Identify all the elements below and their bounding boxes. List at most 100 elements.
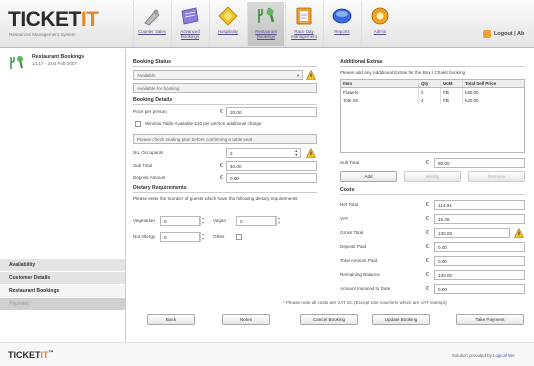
warning-icon <box>514 228 524 238</box>
currency-symbol: € <box>426 216 429 222</box>
amount-invoiced-label: Amount Invoiced to Date <box>340 286 391 291</box>
sidebar-item-customer-details[interactable]: Customer Details <box>0 272 125 285</box>
divider <box>340 66 525 67</box>
total-paid-label: Total Amount Paid <box>340 258 378 263</box>
other-checkbox[interactable] <box>236 234 242 240</box>
nut-allergy-field[interactable]: 0 <box>160 232 200 242</box>
currency-symbol: € <box>426 272 429 278</box>
nav-reports[interactable]: Reports <box>323 2 360 46</box>
remaining-balance-field[interactable]: 130.00 <box>434 270 525 280</box>
gross-total-label: Gross Total <box>340 230 364 235</box>
vegetarian-field[interactable]: 0 <box>160 216 200 226</box>
sidebar-item-restaurant-bookings[interactable]: Restaurant Bookings <box>0 285 125 298</box>
modify-extra-button[interactable]: Modify <box>404 171 461 182</box>
sidebar-header: Restaurant Bookings 14:17 - 21st Feb 200… <box>8 54 84 72</box>
footer-logo: TICKETIT™ <box>8 350 54 360</box>
counter-sales-icon <box>144 9 160 26</box>
vegan-field[interactable]: 0 <box>236 216 276 226</box>
vegetarian-stepper[interactable]: ▲ ▼ <box>200 216 205 226</box>
nav-advanced-bookings[interactable]: Advanced Bookings <box>171 2 208 46</box>
currency-symbol: € <box>426 286 429 292</box>
deposit-label: Deposit Amount <box>133 175 166 180</box>
deposit-paid-label: Deposit Paid <box>340 244 367 249</box>
deposit-field[interactable]: 0.00 <box>226 173 317 183</box>
nut-allergy-label: Nut Allergy <box>133 234 156 239</box>
nav-admin[interactable]: Admin <box>361 2 398 46</box>
table-cell: £20.00 <box>465 97 479 103</box>
advanced-bookings-icon <box>181 7 199 25</box>
amount-invoiced-field[interactable]: 0.00 <box>434 284 525 294</box>
dietary-heading: Dietary Requirements <box>133 185 187 191</box>
sidebar-item-availability[interactable]: Availability <box>0 259 125 272</box>
subtotal-field[interactable]: 40.00 <box>226 161 317 171</box>
extras-subtotal-field[interactable]: 80.00 <box>434 158 525 168</box>
occupants-select[interactable]: 2 ▲ ▼ <box>226 148 301 158</box>
remove-extra-button[interactable]: Remove <box>468 171 525 182</box>
total-paid-field[interactable]: 0.00 <box>434 256 525 266</box>
table-row[interactable]: Tote X5 4 PB £20.00 <box>341 96 524 104</box>
currency-symbol: € <box>426 244 429 250</box>
update-booking-button[interactable]: Update Booking <box>372 314 430 325</box>
vegan-label: Vegan <box>213 218 227 223</box>
app-logo-subtitle: Resources Management System <box>9 32 76 37</box>
nav-hospitality[interactable]: Hospitality <box>209 2 246 46</box>
back-button[interactable]: Back <box>147 314 195 325</box>
table-cell: Flowers <box>341 88 419 96</box>
chevron-down-icon: ▼ <box>296 72 300 78</box>
race-day-icon <box>296 7 312 25</box>
booking-status-text: Available for booking <box>133 83 317 93</box>
net-total-field[interactable]: 114.04 <box>434 200 525 210</box>
take-payment-button[interactable]: Take Payment <box>456 314 524 325</box>
add-extra-button[interactable]: Add <box>340 171 397 182</box>
logout-link[interactable]: Logout | Ab <box>483 30 524 38</box>
table-cell: PB <box>441 88 463 96</box>
sidebar-nav: Availability Customer Details Restaurant… <box>0 259 125 311</box>
nut-allergy-stepper[interactable]: ▲ ▼ <box>200 232 205 242</box>
currency-symbol: € <box>220 109 223 115</box>
extras-subtotal-label: Sub Total <box>340 160 360 165</box>
vat-label: VAT <box>340 216 349 221</box>
currency-symbol: € <box>426 202 429 208</box>
divider <box>340 194 525 195</box>
price-field[interactable]: 20.00 <box>226 107 317 117</box>
divider <box>133 192 317 193</box>
currency-symbol: € <box>220 163 223 169</box>
restaurant-bookings-icon <box>10 55 23 69</box>
booking-status-heading: Booking Status <box>133 59 172 65</box>
warning-icon <box>306 70 316 80</box>
window-table-label: Window Table Available £10 per person ad… <box>145 121 262 126</box>
table-cell: 2 <box>419 88 441 96</box>
extras-description: Please add any Additional Extras for the… <box>340 70 466 75</box>
table-header: Item Qty UoM Total Sell Price <box>341 80 524 88</box>
gross-total-field[interactable]: 130.00 <box>434 228 510 238</box>
main-nav: Counter Sales Advanced Bookings Hospital… <box>133 2 399 46</box>
footer-credit: Solution provided by Logical We <box>452 353 515 358</box>
window-table-checkbox[interactable] <box>135 121 141 127</box>
extras-table: Item Qty UoM Total Sell Price Flowers 2 … <box>340 79 525 153</box>
occupants-label: No. Occupants <box>133 150 164 155</box>
nav-counter-sales[interactable]: Counter Sales <box>133 2 170 46</box>
nav-race-day[interactable]: Race Day Management <box>285 2 322 46</box>
deposit-paid-field[interactable]: 0.00 <box>434 242 525 252</box>
subtotal-label: Sub Total <box>133 163 153 168</box>
sidebar-title: Restaurant Bookings <box>32 54 85 60</box>
column-header: Item <box>341 80 419 87</box>
footer-credit-link[interactable]: Logical We <box>493 353 515 358</box>
currency-symbol: € <box>426 230 429 236</box>
table-row[interactable]: Flowers 2 PB £60.00 <box>341 88 524 96</box>
table-cell: £60.00 <box>465 89 479 95</box>
app-logo: TICKETIT <box>8 8 99 31</box>
footer: TICKETIT™ Solution provided by Logical W… <box>0 342 534 366</box>
divider <box>133 66 317 67</box>
notes-button[interactable]: Notes <box>222 314 270 325</box>
remaining-balance-label: Remaining Balance <box>340 272 380 277</box>
vegan-stepper[interactable]: ▲ ▼ <box>276 216 281 226</box>
vat-field[interactable]: 15.46 <box>434 214 525 224</box>
column-header: Qty <box>419 80 441 87</box>
sidebar-item-payment: Payment <box>0 298 125 311</box>
booking-status-select[interactable]: Available ▼ <box>133 70 303 80</box>
costs-heading: Costs <box>340 187 355 193</box>
nav-restaurant-bookings[interactable]: Restaurant Bookings <box>247 2 284 46</box>
top-bar: TICKETIT Resources Management System Cou… <box>0 0 534 48</box>
cancel-booking-button[interactable]: Cancel Booking <box>300 314 358 325</box>
